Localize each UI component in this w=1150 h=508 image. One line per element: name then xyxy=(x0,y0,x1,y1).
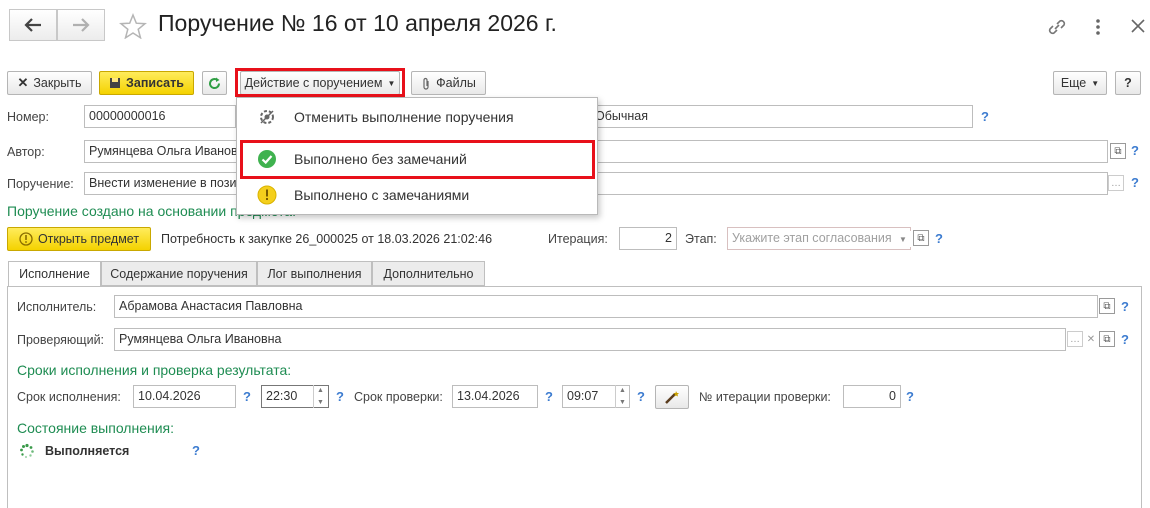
yellow-warning-icon xyxy=(257,185,277,205)
number-field[interactable]: 00000000016 xyxy=(84,105,236,128)
checker-field[interactable]: Румянцева Ольга Ивановна xyxy=(114,328,1066,351)
warning-icon xyxy=(19,232,33,246)
link-icon[interactable] xyxy=(1046,17,1068,37)
tab-additional[interactable]: Дополнительно xyxy=(372,261,485,286)
task-label: Поручение: xyxy=(7,177,74,191)
action-button-highlight xyxy=(235,68,405,97)
more-vertical-icon[interactable] xyxy=(1094,17,1102,37)
open-card-icon[interactable]: ⧉ xyxy=(913,230,929,246)
help-icon[interactable]: ? xyxy=(906,389,914,404)
tab-content[interactable]: Содержание поручения xyxy=(101,261,257,286)
menu-item-highlight xyxy=(240,140,595,179)
ellipsis-select-icon[interactable]: … xyxy=(1108,175,1124,191)
tab-execution[interactable]: Исполнение xyxy=(8,261,101,287)
due-date-field[interactable]: 10.04.2026 xyxy=(133,385,236,408)
ellipsis-select-icon[interactable]: … xyxy=(1067,331,1083,347)
dropdown-arrow-icon[interactable]: ▼ xyxy=(895,231,911,247)
help-icon[interactable]: ? xyxy=(935,231,943,246)
favorite-star-icon[interactable] xyxy=(119,13,147,39)
due-time-spinner[interactable]: ▲ ▼ xyxy=(313,385,327,408)
floppy-disk-icon xyxy=(110,78,121,88)
pick-time-button[interactable] xyxy=(655,385,689,409)
cancel-gear-icon xyxy=(257,107,277,127)
executor-field[interactable]: Абрамова Анастасия Павловна xyxy=(114,295,1098,318)
state-header: Состояние выполнения: xyxy=(17,420,175,436)
help-icon[interactable]: ? xyxy=(1121,299,1129,314)
more-button[interactable]: Еще ▼ xyxy=(1053,71,1107,95)
refresh-button[interactable] xyxy=(202,71,227,95)
close-x-icon: ✕ xyxy=(17,75,29,90)
help-icon[interactable]: ? xyxy=(192,443,200,458)
spin-down-icon[interactable]: ▼ xyxy=(616,397,629,409)
paperclip-icon xyxy=(423,77,429,90)
executor-label: Исполнитель: xyxy=(17,300,97,314)
back-button[interactable] xyxy=(9,9,57,41)
priority-field[interactable]: Обычная xyxy=(590,105,973,128)
dropdown-arrow-icon: ▼ xyxy=(1091,78,1100,88)
help-icon[interactable]: ? xyxy=(243,389,251,404)
help-icon[interactable]: ? xyxy=(981,109,989,124)
need-link-text[interactable]: Потребность к закупке 26_000025 от 18.03… xyxy=(161,232,492,246)
help-icon[interactable]: ? xyxy=(545,389,553,404)
spin-up-icon[interactable]: ▲ xyxy=(314,385,327,397)
save-button[interactable]: Записать xyxy=(99,71,194,95)
arrow-right-icon xyxy=(73,18,90,32)
help-icon[interactable]: ? xyxy=(637,389,645,404)
deadlines-header: Сроки исполнения и проверка результата: xyxy=(17,362,292,378)
author-label: Автор: xyxy=(7,145,45,159)
help-icon[interactable]: ? xyxy=(1121,332,1129,347)
state-value: Выполняется xyxy=(45,444,130,458)
stage-field[interactable]: Укажите этап согласования xyxy=(727,227,911,250)
tab-log[interactable]: Лог выполнения xyxy=(257,261,372,286)
open-card-icon[interactable]: ⧉ xyxy=(1110,143,1126,159)
check-date-field[interactable]: 13.04.2026 xyxy=(452,385,538,408)
menu-item-done-with-remarks[interactable]: Выполнено с замечаниями xyxy=(237,177,597,213)
files-button[interactable]: Файлы xyxy=(411,71,486,95)
check-label: Срок проверки: xyxy=(354,390,443,404)
forward-button[interactable] xyxy=(57,9,105,41)
checker-label: Проверяющий: xyxy=(17,333,105,347)
help-button[interactable]: ? xyxy=(1115,71,1141,95)
help-icon[interactable]: ? xyxy=(1131,143,1139,158)
check-iteration-label: № итерации проверки: xyxy=(699,390,831,404)
iteration-label: Итерация: xyxy=(548,232,608,246)
iteration-field[interactable]: 2 xyxy=(619,227,677,250)
check-iteration-field[interactable]: 0 xyxy=(843,385,901,408)
wand-icon xyxy=(665,391,679,404)
refresh-icon xyxy=(209,77,221,89)
close-icon[interactable] xyxy=(1130,18,1146,34)
help-icon[interactable]: ? xyxy=(336,389,344,404)
clear-icon[interactable]: ✕ xyxy=(1083,331,1099,347)
arrow-left-icon xyxy=(24,18,41,32)
close-button[interactable]: ✕ Закрыть xyxy=(7,71,92,95)
check-time-spinner[interactable]: ▲ ▼ xyxy=(615,385,629,408)
stage-label: Этап: xyxy=(685,232,717,246)
menu-item-cancel-execution[interactable]: Отменить выполнение поручения xyxy=(237,99,597,135)
open-card-icon[interactable]: ⧉ xyxy=(1099,298,1115,314)
open-subject-button[interactable]: Открыть предмет xyxy=(7,227,151,251)
open-card-icon[interactable]: ⧉ xyxy=(1099,331,1115,347)
number-label: Номер: xyxy=(7,110,49,124)
page-title: Поручение № 16 от 10 апреля 2026 г. xyxy=(158,10,557,36)
help-icon[interactable]: ? xyxy=(1131,175,1139,190)
in-progress-spinner-icon xyxy=(20,443,34,459)
spin-up-icon[interactable]: ▲ xyxy=(616,385,629,397)
due-label: Срок исполнения: xyxy=(17,390,121,404)
spin-down-icon[interactable]: ▼ xyxy=(314,397,327,409)
